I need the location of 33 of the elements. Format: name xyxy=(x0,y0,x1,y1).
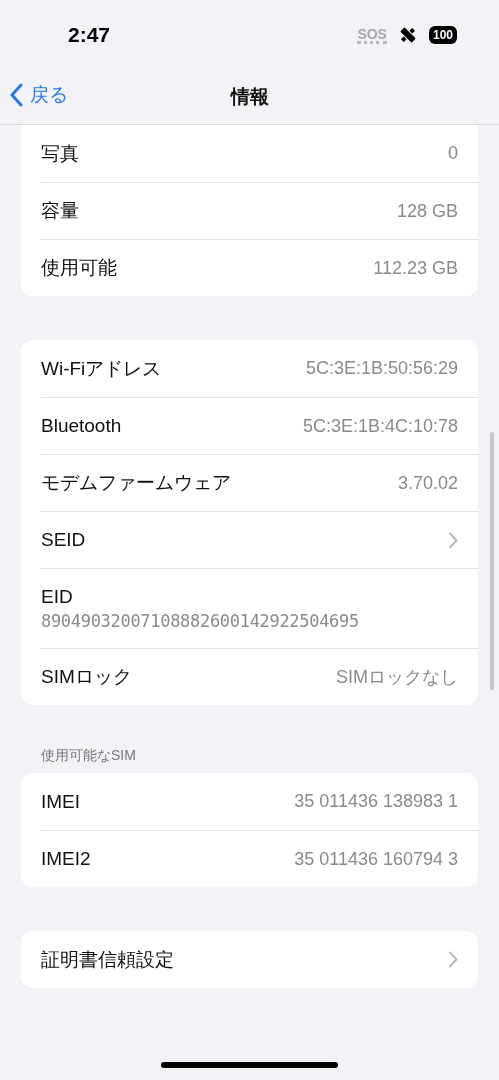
row-label: 容量 xyxy=(41,199,79,223)
list-row[interactable]: SEID xyxy=(41,511,478,568)
row-value: 0 xyxy=(448,143,458,164)
row-label: 使用可能 xyxy=(41,256,117,280)
list-row[interactable]: 証明書信頼設定 xyxy=(41,931,478,988)
back-chevron-icon xyxy=(10,83,24,107)
row-value: 35 011436 160794 3 xyxy=(294,848,458,870)
row-value: 5C:3E:1B:50:56:29 xyxy=(305,358,458,379)
sos-indicator: SOS xyxy=(357,26,387,44)
row-label: Wi-Fiアドレス xyxy=(41,356,162,381)
row-value: 112.23 GB xyxy=(373,257,458,279)
row-label: SEID xyxy=(41,529,86,551)
row-value: 128 GB xyxy=(396,200,458,222)
row-value: 89049032007108882600142922504695 xyxy=(41,611,360,631)
row-label: IMEI xyxy=(41,790,81,813)
status-time: 2:47 xyxy=(68,23,111,47)
row-value: SIMロックなし xyxy=(336,666,458,689)
chevron-icon xyxy=(448,951,458,968)
row-label: 証明書信頼設定 xyxy=(41,947,174,972)
section-header: 使用可能なSIM xyxy=(41,747,137,765)
row-label: 写真 xyxy=(41,141,79,166)
row-label: EID xyxy=(41,586,74,608)
battery-indicator: 100 xyxy=(428,26,457,44)
row-value: 5C:3E:1B:4C:10:78 xyxy=(302,415,458,437)
row-label: モデムファームウェア xyxy=(41,471,231,495)
row-value: 3.70.02 xyxy=(397,472,458,494)
nav-title: 情報 xyxy=(230,85,269,109)
row-label: Bluetooth xyxy=(41,415,122,437)
back-button[interactable]: 戻る xyxy=(10,82,68,108)
row-label: SIMロック xyxy=(41,665,132,689)
row-value: 35 011436 138983 1 xyxy=(294,791,458,812)
row-label: IMEI2 xyxy=(41,848,91,870)
chevron-icon xyxy=(448,531,458,549)
